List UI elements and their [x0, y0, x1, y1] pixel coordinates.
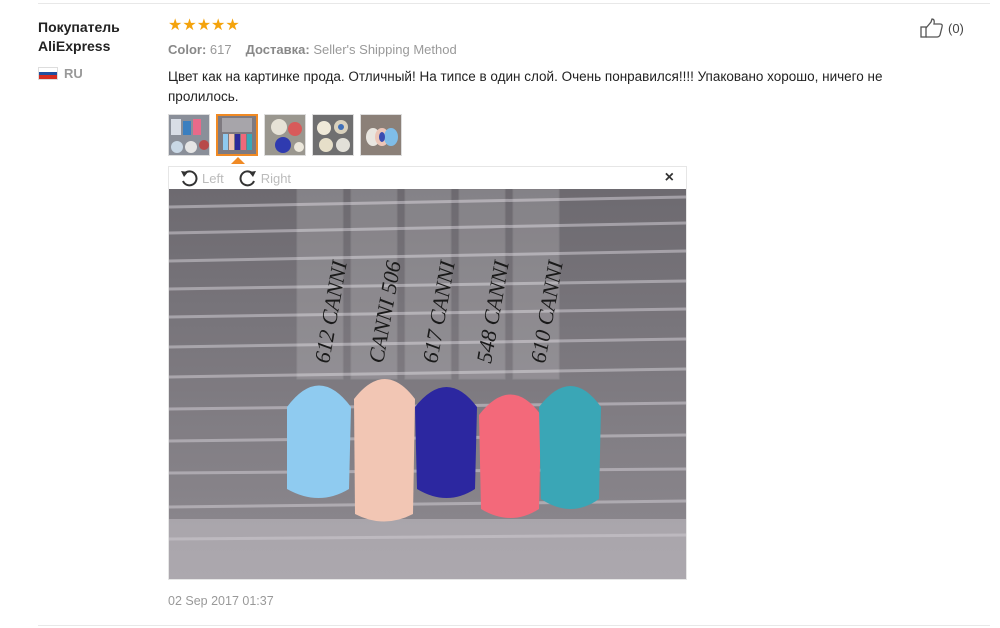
- thumbnail-3[interactable]: [264, 114, 306, 156]
- photo-thumbnails: [168, 114, 402, 156]
- viewer-toolbar: Left Right ×: [169, 167, 686, 189]
- review-body: ★★★★★ Color: 617 Доставка: Seller's Ship…: [168, 16, 908, 107]
- buyer-info: Покупатель AliExpress RU: [38, 18, 158, 81]
- review-text: Цвет как на картинке прода. Отличный! На…: [168, 69, 883, 104]
- star-rating: ★★★★★: [168, 17, 240, 34]
- rotate-right-icon: [239, 170, 256, 187]
- thumbnail-5[interactable]: [360, 114, 402, 156]
- thumbnail-1[interactable]: [168, 114, 210, 156]
- review-date: 02 Sep 2017 01:37: [168, 594, 274, 608]
- rotate-left-button[interactable]: Left: [179, 169, 224, 187]
- thumbs-up-icon: [920, 18, 943, 38]
- buyer-country: RU: [38, 66, 158, 81]
- thumbnail-4[interactable]: [312, 114, 354, 156]
- rotate-right-button[interactable]: Right: [238, 169, 291, 187]
- buyer-name: Покупатель AliExpress: [38, 19, 120, 54]
- helpful-count: (0): [948, 20, 964, 36]
- russia-flag-icon: [38, 67, 58, 80]
- thumbnail-2[interactable]: [216, 114, 258, 156]
- country-code: RU: [64, 66, 83, 81]
- shipping-info: Доставка: Seller's Shipping Method: [245, 42, 457, 57]
- active-thumbnail-indicator: [231, 157, 245, 164]
- helpful-button[interactable]: (0): [920, 18, 964, 38]
- review-meta: Color: 617 Доставка: Seller's Shipping M…: [168, 42, 908, 57]
- color-info: Color: 617: [168, 42, 232, 57]
- top-divider: [38, 3, 990, 4]
- close-viewer-button[interactable]: ×: [665, 169, 674, 187]
- bottom-divider: [38, 625, 990, 626]
- photo-viewer: Left Right × 612 CANNI CANNI 506 617 CAN…: [168, 166, 687, 580]
- review-photo: 612 CANNI CANNI 506 617 CANNI 548 CANNI …: [169, 189, 686, 579]
- rotate-left-icon: [181, 170, 198, 187]
